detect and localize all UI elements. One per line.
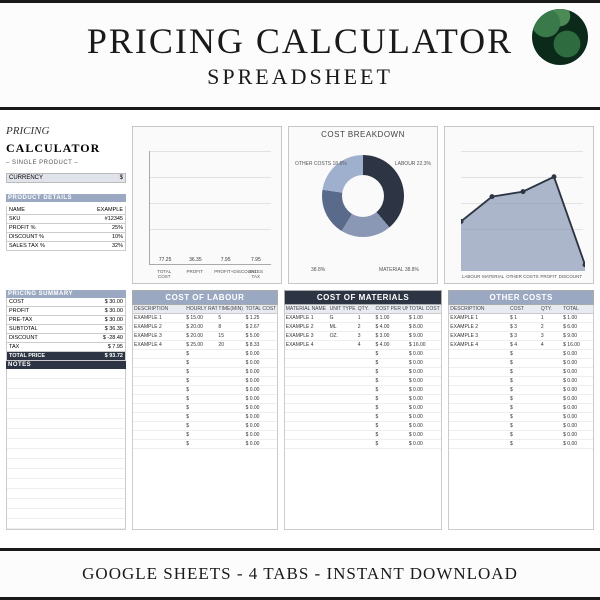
donut-chart-card: COST BREAKDOWN OTHER COSTS 18.6% LABOUR … [288, 126, 438, 284]
labour-table: COST OF LABOUR DESCRIPTIONHOURLY RATETIM… [132, 290, 278, 530]
table-row[interactable]: $$ 0.00 [449, 350, 593, 359]
table-row[interactable]: $$ 0.00 [133, 386, 277, 395]
notes-header: NOTES [6, 361, 126, 369]
bar-chart-card: 77.2536.357.957.95 TOTAL COSTPROFITPROFI… [132, 126, 282, 284]
table-row[interactable]: $$ 0.00 [449, 404, 593, 413]
table-row[interactable]: $$ 0.00 [285, 422, 442, 431]
table-row[interactable]: $$ 0.00 [449, 359, 593, 368]
summary-row: PROFIT$ 30.00 [6, 307, 126, 316]
table-row[interactable]: EXAMPLE 1$ 11$ 1.00 [449, 314, 593, 323]
panel-title-2: CALCULATOR [6, 141, 126, 156]
summary-row: TOTAL PRICE$ 93.72 [6, 352, 126, 361]
product-subtitle: SPREADSHEET [87, 64, 513, 90]
table-row[interactable]: EXAMPLE 3$ 20.0015$ 5.00 [133, 332, 277, 341]
table-row[interactable]: $$ 0.00 [449, 422, 593, 431]
table-row[interactable]: $$ 0.00 [449, 440, 593, 449]
product-title: PRICING CALCULATOR [87, 20, 513, 62]
summary-row: COST$ 30.00 [6, 298, 126, 307]
summary-row: TAX$ 7.95 [6, 343, 126, 352]
pricing-details-panel: PRICING CALCULATOR – SINGLE PRODUCT – CU… [6, 126, 126, 284]
area-chart [461, 147, 585, 271]
other-costs-table: OTHER COSTS DESCRIPTIONCOSTQTY.TOTAL EXA… [448, 290, 594, 530]
area-chart-card: LABOURMATERIALOTHER COSTSPROFITDISCOUNT [444, 126, 594, 284]
table-row[interactable]: $$ 0.00 [449, 377, 593, 386]
table-row[interactable]: $$ 0.00 [285, 368, 442, 377]
table-row[interactable]: $$ 0.00 [133, 368, 277, 377]
table-row[interactable]: $$ 0.00 [133, 422, 277, 431]
detail-row[interactable]: NAMEEXAMPLE [6, 206, 126, 215]
currency-field[interactable]: CURRENCY $ [6, 173, 126, 183]
materials-table: COST OF MATERIALS MATERIAL NAMEUNIT TYPE… [284, 290, 443, 530]
table-row[interactable]: $$ 0.00 [133, 395, 277, 404]
table-row[interactable]: $$ 0.00 [133, 440, 277, 449]
donut-title: COST BREAKDOWN [289, 130, 437, 139]
table-row[interactable]: $$ 0.00 [285, 404, 442, 413]
table-row[interactable]: $$ 0.00 [449, 431, 593, 440]
table-row[interactable]: EXAMPLE 1$ 15.005$ 1.25 [133, 314, 277, 323]
table-row[interactable]: $$ 0.00 [285, 440, 442, 449]
table-row[interactable]: $$ 0.00 [449, 395, 593, 404]
table-row[interactable]: EXAMPLE 2ML2$ 4.00$ 8.00 [285, 323, 442, 332]
table-row[interactable]: $$ 0.00 [133, 359, 277, 368]
table-row[interactable]: $$ 0.00 [285, 386, 442, 395]
table-row[interactable]: EXAMPLE 3$ 33$ 9.00 [449, 332, 593, 341]
table-row[interactable]: $$ 0.00 [449, 386, 593, 395]
table-row[interactable]: $$ 0.00 [133, 413, 277, 422]
product-details-header: PRODUCT DETAILS [6, 194, 126, 202]
table-row[interactable]: $$ 0.00 [133, 404, 277, 413]
detail-row[interactable]: DISCOUNT %10% [6, 233, 126, 242]
table-row[interactable]: $$ 0.00 [285, 359, 442, 368]
table-row[interactable]: $$ 0.00 [285, 350, 442, 359]
table-row[interactable]: EXAMPLE 2$ 20.008$ 2.67 [133, 323, 277, 332]
hero-banner-bottom: GOOGLE SHEETS - 4 TABS - INSTANT DOWNLOA… [0, 548, 600, 600]
table-row[interactable]: EXAMPLE 4$ 44$ 16.00 [449, 341, 593, 350]
table-row[interactable]: $$ 0.00 [449, 368, 593, 377]
table-row[interactable]: $$ 0.00 [133, 350, 277, 359]
table-row[interactable]: EXAMPLE 1G1$ 1.00$ 1.00 [285, 314, 442, 323]
spreadsheet-preview: PRICING CALCULATOR – SINGLE PRODUCT – CU… [0, 118, 600, 540]
summary-row: SUBTOTAL$ 36.35 [6, 325, 126, 334]
detail-row[interactable]: PROFIT %25% [6, 224, 126, 233]
table-row[interactable]: $$ 0.00 [133, 377, 277, 386]
table-row[interactable]: $$ 0.00 [285, 395, 442, 404]
leaf-badge-icon [532, 9, 588, 65]
summary-row: PRE-TAX$ 30.00 [6, 316, 126, 325]
summary-row: DISCOUNT$ -28.40 [6, 334, 126, 343]
footer-text: GOOGLE SHEETS - 4 TABS - INSTANT DOWNLOA… [82, 564, 518, 584]
detail-row[interactable]: SALES TAX %32% [6, 242, 126, 251]
table-row[interactable]: EXAMPLE 3OZ.3$ 3.00$ 9.00 [285, 332, 442, 341]
table-row[interactable]: $$ 0.00 [285, 413, 442, 422]
detail-row[interactable]: SKU#12345 [6, 215, 126, 224]
table-row[interactable]: $$ 0.00 [285, 431, 442, 440]
table-row[interactable]: $$ 0.00 [285, 377, 442, 386]
panel-subtitle: – SINGLE PRODUCT – [6, 160, 126, 166]
table-row[interactable]: EXAMPLE 44$ 4.00$ 16.00 [285, 341, 442, 350]
table-row[interactable]: $$ 0.00 [133, 431, 277, 440]
notes-area[interactable] [6, 369, 126, 530]
hero-banner-top: PRICING CALCULATOR SPREADSHEET [0, 0, 600, 110]
donut-chart [322, 155, 404, 237]
pricing-summary-panel: PRICING SUMMARY COST$ 30.00PROFIT$ 30.00… [6, 290, 126, 530]
table-row[interactable]: EXAMPLE 4$ 25.0020$ 8.33 [133, 341, 277, 350]
panel-title-1: PRICING [6, 126, 126, 137]
table-row[interactable]: $$ 0.00 [449, 413, 593, 422]
pricing-summary-header: PRICING SUMMARY [6, 290, 126, 298]
table-row[interactable]: EXAMPLE 2$ 32$ 6.00 [449, 323, 593, 332]
